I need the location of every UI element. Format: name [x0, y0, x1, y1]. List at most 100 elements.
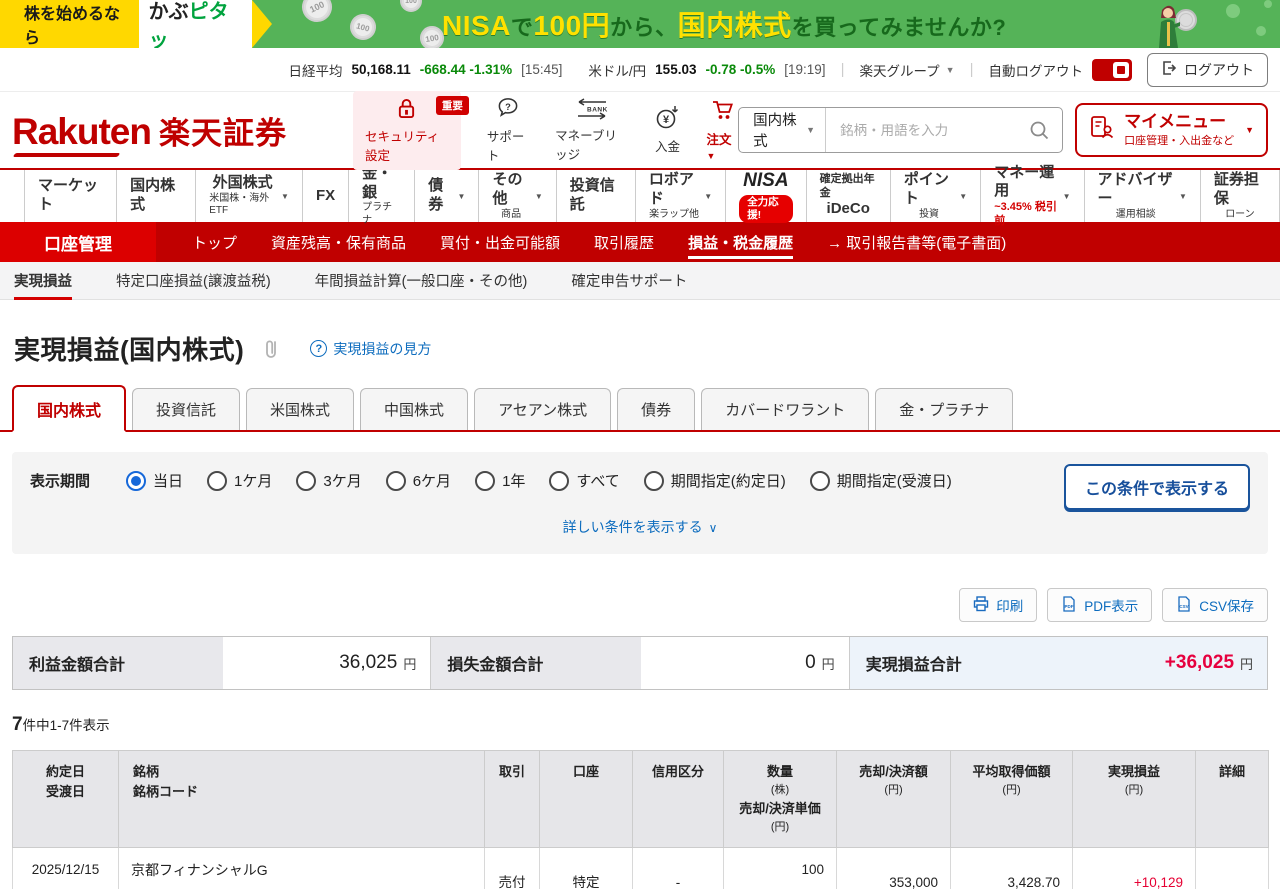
nav-item-roboad[interactable]: ロボアド楽ラップ他▼	[635, 170, 725, 222]
nikkei-value: 50,168.11	[351, 62, 410, 77]
nav-item-ideco[interactable]: 確定拠出年金iDeCo	[806, 170, 890, 222]
loss-total-label: 損失金額合計	[430, 637, 641, 689]
dates-cell: 2025/12/152025/12/17	[13, 848, 119, 889]
caret-down-icon: ▼	[1245, 125, 1254, 135]
rednav-item-trade-history[interactable]: 取引履歴	[594, 222, 654, 262]
tab-domestic-stock[interactable]: 国内株式	[12, 385, 126, 432]
person-illustration	[1150, 2, 1202, 48]
nav-item-point-investment[interactable]: ポイント投資▼	[890, 170, 980, 222]
radio-option-3months[interactable]: 3ケ月	[296, 470, 361, 491]
printer-icon	[973, 596, 989, 615]
nav-item-fx[interactable]: FX	[302, 170, 348, 222]
mymenu-button[interactable]: マイメニュー 口座管理・入出金など ▼	[1075, 103, 1268, 157]
apply-filter-button[interactable]: この条件で表示する	[1064, 464, 1250, 510]
subtab-specific-account-pl[interactable]: 特定口座損益(譲渡益税)	[116, 262, 271, 300]
trade-cell: 売付	[485, 848, 540, 889]
realized-pl-total-value: +36,025円	[1059, 637, 1267, 689]
csv-button[interactable]: CSV CSV保存	[1162, 588, 1268, 622]
question-circle-icon	[310, 340, 327, 357]
radio-option-all[interactable]: すべて	[549, 470, 619, 491]
col-account: 口座	[540, 751, 633, 848]
nikkei-label: 日経平均	[288, 60, 342, 80]
help-link[interactable]: 実現損益の見方	[310, 339, 431, 359]
moneybridge-link[interactable]: BANK マネーブリッジ	[555, 98, 628, 163]
filter-panel: 表示期間 当日 1ケ月 3ケ月 6ケ月 1年 すべて 期間指定(約定日) 期間指…	[12, 452, 1268, 554]
nav-item-domestic-stock[interactable]: 国内株式	[116, 170, 195, 222]
tab-asean-stock[interactable]: アセアン株式	[474, 388, 611, 430]
caret-down-icon: ▼	[281, 192, 289, 201]
tab-mutual-funds[interactable]: 投資信託	[132, 388, 240, 430]
tab-us-stock[interactable]: 米国株式	[246, 388, 354, 430]
show-details-link[interactable]: 詳しい条件を表示する∨	[30, 517, 1250, 537]
auto-logout-toggle[interactable]	[1092, 59, 1132, 81]
usdjpy-change: -0.78 -0.5%	[705, 62, 775, 77]
caret-down-icon: ▼	[458, 192, 466, 201]
nav-item-other-products[interactable]: その他商品▼	[478, 170, 555, 222]
nav-item-nisa[interactable]: NISA全力応援!	[725, 170, 805, 222]
caret-down-icon: ▼	[959, 192, 967, 201]
important-badge: 重要	[436, 96, 469, 115]
product-tabs: 国内株式 投資信託 米国株式 中国株式 アセアン株式 債券 カバードワラント 金…	[0, 385, 1280, 432]
rednav-item-pl-tax-history[interactable]: 損益・税金履歴	[688, 222, 793, 262]
support-link[interactable]: ? サポート	[487, 96, 529, 164]
rednav-item-trade-reports[interactable]: → 取引報告書等(電子書面)	[827, 222, 1006, 262]
nav-item-securities-loan[interactable]: 証券担保ローン	[1200, 170, 1280, 222]
logout-button[interactable]: ログアウト	[1147, 53, 1268, 87]
account-navigation: 口座管理 トップ 資産残高・保有商品 買付・出金可能額 取引履歴 損益・税金履歴…	[0, 222, 1280, 262]
site-header: Rakuten 楽天証券 重要 セキュリティ設定 ? サポート BANK マネー…	[0, 92, 1280, 168]
nikkei-time: [15:45]	[521, 62, 562, 77]
rednav-item-top[interactable]: トップ	[192, 222, 237, 262]
search-category-select[interactable]: 国内株式 ▼	[739, 108, 826, 152]
radio-button	[644, 471, 664, 491]
radio-option-period-settle-date[interactable]: 期間指定(受渡日)	[810, 470, 952, 491]
col-quantity: 数量(株)売却/決済単価(円)	[724, 751, 837, 848]
tab-gold-platinum[interactable]: 金・プラチナ	[875, 388, 1013, 430]
subtab-realized-pl[interactable]: 実現損益	[14, 262, 72, 300]
profit-total-label: 利益金額合計	[13, 637, 223, 689]
security-settings-link[interactable]: 重要 セキュリティ設定	[353, 91, 461, 170]
nav-item-money-management[interactable]: マネー運用~3.45% 税引前▼	[980, 170, 1083, 222]
logout-icon	[1161, 60, 1177, 79]
table-header-row: 約定日受渡日 銘柄銘柄コード 取引 口座 信用区分 数量(株)売却/決済単価(円…	[13, 751, 1269, 848]
tab-china-stock[interactable]: 中国株式	[360, 388, 468, 430]
nav-item-mutual-funds[interactable]: 投資信託	[556, 170, 635, 222]
rakuten-logo[interactable]: Rakuten 楽天証券	[12, 108, 287, 153]
pdf-button[interactable]: PDF PDF表示	[1047, 588, 1152, 622]
toggle-knob	[1113, 62, 1129, 78]
order-menu[interactable]: 注文 ▼	[706, 98, 738, 162]
nav-item-gold-platinum[interactable]: 金・銀プラチナ	[348, 170, 414, 222]
promo-banner[interactable]: 株を始めるなら かぶピタッ 100 100 100 100 NISAで100円か…	[0, 0, 1280, 48]
nikkei-change: -668.44 -1.31%	[420, 62, 512, 77]
radio-option-period-trade-date[interactable]: 期間指定(約定日)	[644, 470, 786, 491]
amount-cell: 353,000	[837, 848, 951, 889]
quick-links: 重要 セキュリティ設定 ? サポート BANK マネーブリッジ ¥ 入金 注文 …	[353, 91, 738, 170]
subtab-annual-pl[interactable]: 年間損益計算(一般口座・その他)	[315, 262, 528, 300]
radio-option-today[interactable]: 当日	[126, 470, 183, 491]
rednav-item-assets[interactable]: 資産残高・保有商品	[271, 222, 406, 262]
print-button[interactable]: 印刷	[959, 588, 1037, 622]
deposit-link[interactable]: ¥ 入金	[654, 105, 680, 155]
search-icon[interactable]	[1025, 120, 1062, 141]
tab-covered-warrant[interactable]: カバードワラント	[701, 388, 869, 430]
nav-item-bonds[interactable]: 債券▼	[414, 170, 478, 222]
subtab-tax-return-support[interactable]: 確定申告サポート	[571, 262, 687, 300]
svg-text:CSV: CSV	[1180, 604, 1189, 609]
cart-icon	[709, 98, 735, 125]
radio-option-1month[interactable]: 1ケ月	[207, 470, 272, 491]
speech-bubble-question-icon: ?	[496, 96, 520, 122]
radio-option-1year[interactable]: 1年	[475, 470, 525, 491]
usdjpy-value: 155.03	[655, 62, 696, 77]
rednav-item-buying-power[interactable]: 買付・出金可能額	[440, 222, 560, 262]
tab-bonds[interactable]: 債券	[617, 388, 695, 430]
nav-item-foreign-stock[interactable]: 外国株式米国株・海外ETF▼	[195, 170, 302, 222]
csv-file-icon: CSV	[1176, 596, 1192, 615]
nav-item-market[interactable]: マーケット	[24, 170, 116, 222]
nav-item-advisor[interactable]: アドバイザー運用相談▼	[1084, 170, 1200, 222]
paperclip-icon[interactable]	[262, 338, 282, 360]
rakuten-group-dropdown[interactable]: 楽天グループ▼	[859, 60, 954, 80]
display-period-label: 表示期間	[30, 470, 90, 491]
page-head: 実現損益(国内株式) 実現損益の見方	[14, 330, 1280, 367]
search-input[interactable]	[826, 123, 1025, 138]
radio-option-6months[interactable]: 6ケ月	[386, 470, 451, 491]
radio-button	[207, 471, 227, 491]
